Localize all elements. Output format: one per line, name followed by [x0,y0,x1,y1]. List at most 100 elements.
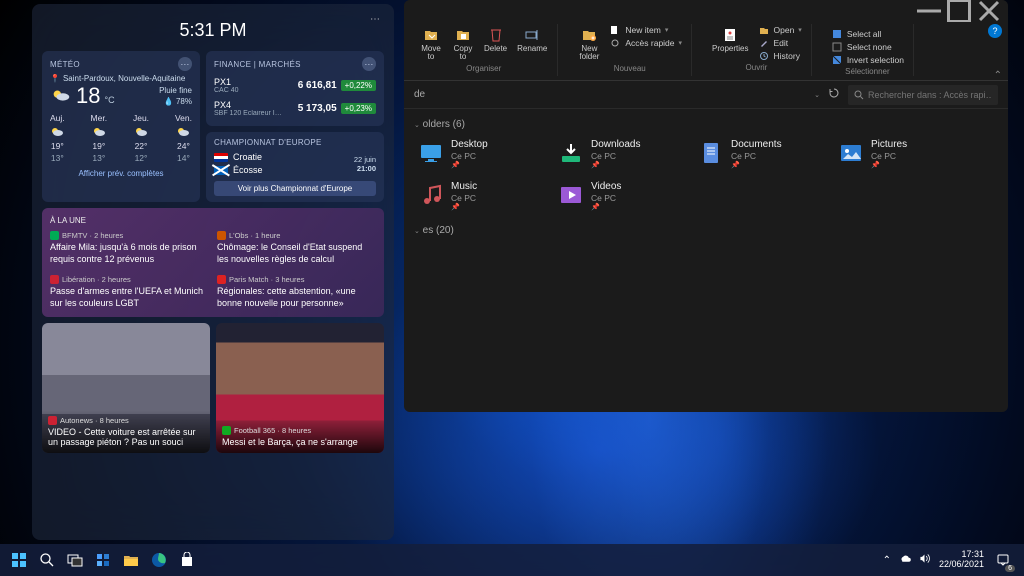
group-header-recent[interactable]: ⌄ es (20) [414,225,998,236]
group-label-nouveau: Nouveau [614,64,646,73]
volume-icon[interactable] [918,552,931,568]
invert-selection-button[interactable]: Invert selection [828,54,907,66]
finance-row[interactable]: PX4SBF 120 Eclaireur Ind…5 173,05+0,23% [214,97,376,120]
weather-location: 📍Saint-Pardoux, Nouvelle-Aquitaine [50,74,192,83]
source-badge-icon [217,275,226,284]
folder-item[interactable]: Documents Ce PC 📌 [694,136,824,174]
source-badge-icon [222,426,231,435]
rename-button[interactable]: Rename [513,24,551,63]
champ-header: CHAMPIONNAT D'EUROPE [214,138,322,147]
weather-card[interactable]: MÉTÉO ⋯ 📍Saint-Pardoux, Nouvelle-Aquitain… [42,51,200,202]
cloud-icon[interactable] [899,552,912,568]
search-button[interactable] [36,549,58,571]
group-label-ouvrir: Ouvrir [746,63,768,72]
new-folder-button[interactable]: New folder [574,24,604,63]
team-croatia: Croatie [233,152,262,162]
news-item[interactable]: L'Obs · 1 heureChômage: le Conseil d'Eta… [217,231,376,265]
weather-humidity: 78% [176,97,192,106]
task-view-button[interactable] [64,549,86,571]
news-item[interactable]: Paris Match · 3 heuresRégionales: cette … [217,275,376,309]
window-minimize-button[interactable] [914,0,944,22]
history-button[interactable]: History [755,50,805,62]
forecast-day: Ven.24°14° [175,113,192,163]
edge-button[interactable] [148,549,170,571]
folder-location: Ce PC [871,151,907,161]
weather-icon [50,85,72,107]
ribbon-collapse-icon[interactable]: ⌃ [994,70,1002,81]
source-badge-icon [217,231,226,240]
search-input[interactable] [868,90,992,100]
store-button[interactable] [176,549,198,571]
folder-icon [837,139,865,167]
folder-item[interactable]: Videos Ce PC 📌 [554,178,684,216]
weather-unit: °C [104,95,114,105]
finance-more-icon[interactable]: ⋯ [362,57,376,71]
widgets-clock: 5:31 PM [42,20,384,41]
weather-condition: Pluie fine [159,86,192,96]
source-badge-icon [50,231,59,240]
start-button[interactable] [8,549,30,571]
pin-icon: 📌 [591,204,621,212]
help-icon[interactable]: ? [988,24,1002,38]
source-badge-icon [48,416,57,425]
folder-icon [417,139,445,167]
explorer-content: ⌄ olders (6) Desktop Ce PC 📌 Downloads C… [404,109,1008,412]
weather-more-icon[interactable]: ⋯ [178,57,192,71]
notification-badge: 6 [1005,565,1015,572]
championship-card[interactable]: CHAMPIONNAT D'EUROPE Croatie Écosse 22 j… [206,132,384,202]
finance-card[interactable]: FINANCE | MARCHÉS⋯ PX1CAC 406 616,81+0,2… [206,51,384,126]
news-photo-card[interactable]: Autonews · 8 heuresVIDEO - Cette voiture… [42,323,210,453]
notification-button[interactable]: 6 [992,549,1014,571]
file-explorer-button[interactable] [120,549,142,571]
forecast-day: Jeu.22°12° [133,113,149,163]
news-photo-card[interactable]: Football 365 · 8 heuresMessi et le Barça… [216,323,384,453]
weather-forecast-link[interactable]: Afficher prév. complètes [50,169,192,178]
copy-to-button[interactable]: Copy to [448,24,478,63]
open-button[interactable]: Open ▾ [755,24,805,36]
quick-access-button[interactable]: Accès rapide ▾ [606,37,685,49]
finance-row[interactable]: PX1CAC 406 616,81+0,22% [214,74,376,97]
select-all-button[interactable]: Select all [828,28,907,40]
pin-icon: 📍 [50,74,60,83]
news-item[interactable]: BFMTV · 2 heuresAffaire Mila: jusqu'à 6 … [50,231,209,265]
news-item[interactable]: Libération · 2 heuresPasse d'armes entre… [50,275,209,309]
select-none-button[interactable]: Select none [828,41,907,53]
new-item-button[interactable]: New item ▾ [606,24,685,36]
forecast-day: Mer.19°13° [91,113,108,163]
flag-scotland-icon [214,166,228,175]
taskbar-clock[interactable]: 17:31 22/06/2021 [939,550,984,570]
match-date: 22 juin [354,155,376,164]
properties-button[interactable]: Properties [708,24,752,62]
folder-item[interactable]: Pictures Ce PC 📌 [834,136,964,174]
tray-chevron-icon[interactable]: ⌃ [883,555,891,566]
window-titlebar[interactable] [404,0,1008,22]
folder-name: Downloads [591,139,640,151]
champ-link[interactable]: Voir plus Championnat d'Europe [214,181,376,196]
weather-header: MÉTÉO [50,60,80,69]
file-explorer-window: ? Move to Copy to Delete Rename Organise… [404,0,1008,412]
move-to-button[interactable]: Move to [416,24,446,63]
folder-item[interactable]: Desktop Ce PC 📌 [414,136,544,174]
folder-item[interactable]: Downloads Ce PC 📌 [554,136,684,174]
breadcrumb-path[interactable]: de [414,89,806,100]
pin-icon: 📌 [591,162,640,170]
breadcrumb-dropdown-icon[interactable]: ⌄ [814,91,820,99]
widgets-button[interactable] [92,549,114,571]
group-header-folders[interactable]: ⌄ olders (6) [414,119,998,130]
folder-item[interactable]: Music Ce PC 📌 [414,178,544,216]
search-icon [854,90,864,100]
window-close-button[interactable] [974,0,1004,22]
folder-name: Videos [591,181,621,193]
pin-icon: 📌 [871,162,907,170]
news-header: À LA UNE [50,216,376,225]
search-box[interactable] [848,85,998,105]
window-maximize-button[interactable] [944,0,974,22]
match-time: 21:00 [354,164,376,173]
refresh-icon[interactable] [828,87,840,102]
folder-name: Pictures [871,139,907,151]
flag-croatia-icon [214,153,228,162]
widgets-more-icon[interactable]: ⋯ [370,14,380,25]
pin-icon: 📌 [451,204,477,212]
edit-button[interactable]: Edit [755,37,805,49]
delete-button[interactable]: Delete [480,24,511,63]
